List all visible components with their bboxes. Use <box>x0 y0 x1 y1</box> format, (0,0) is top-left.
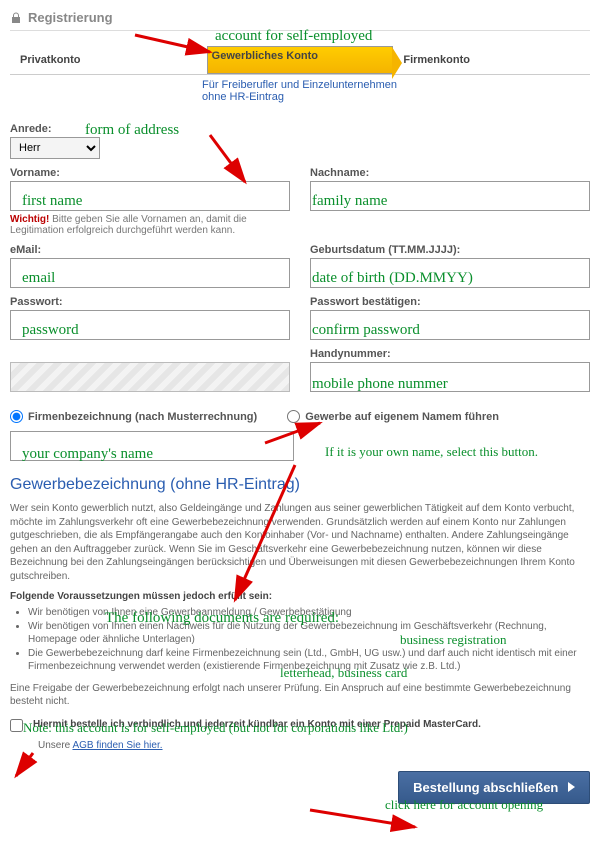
requirement-2: Wir benötigen von Ihnen einen Nachweis f… <box>28 620 590 647</box>
tab-subtitle: Für Freiberufler und Einzelunternehmen o… <box>10 75 400 113</box>
nachname-label: Nachname: <box>310 167 590 179</box>
email-input[interactable] <box>10 258 290 288</box>
agb-link[interactable]: AGB finden Sie hier. <box>72 740 162 751</box>
lock-icon <box>10 12 22 24</box>
requirements-list: Wir benötigen von Ihnen eine Gewerbeanme… <box>28 606 590 674</box>
radio-eigener-name[interactable] <box>287 410 300 423</box>
tab-firma-label: Firmenkonto <box>403 54 470 66</box>
page-title: Registrierung <box>10 5 590 31</box>
consent-row: Hiermit bestelle ich verbindlich und jed… <box>10 719 590 732</box>
handy-input[interactable] <box>310 362 590 392</box>
agb-line: Unsere AGB finden Sie hier. <box>38 740 590 751</box>
passwort2-input[interactable] <box>310 310 590 340</box>
striped-placeholder <box>10 362 290 392</box>
email-label: eMail: <box>10 244 290 256</box>
passwort2-label: Passwort bestätigen: <box>310 296 590 308</box>
vorname-hint: Wichtig! Bitte geben Sie alle Vornamen a… <box>10 214 290 236</box>
page-title-text: Registrierung <box>28 10 113 25</box>
passwort-label: Passwort: <box>10 296 290 308</box>
passwort-input[interactable] <box>10 310 290 340</box>
vorname-hint-prefix: Wichtig! <box>10 214 49 225</box>
anrede-label: Anrede: <box>10 123 590 135</box>
firmenname-input[interactable] <box>10 431 294 461</box>
geburtsdatum-input[interactable] <box>310 258 590 288</box>
consent-text: Hiermit bestelle ich verbindlich und jed… <box>33 719 481 730</box>
account-type-tabs: Privatkonto Gewerbliches Konto Firmenkon… <box>10 46 590 75</box>
nachname-input[interactable] <box>310 181 590 211</box>
radio-eigener-name-label: Gewerbe auf eigenem Namem führen <box>305 411 499 423</box>
section-heading: Gewerbebezeichnung (ohne HR-Eintrag) <box>10 476 590 494</box>
radio-firmenbezeichnung-label: Firmenbezeichnung (nach Musterrechnung) <box>28 411 257 423</box>
submit-button-label: Bestellung abschließen <box>413 780 558 795</box>
submit-button[interactable]: Bestellung abschließen <box>398 771 590 804</box>
radio-firmenbezeichnung[interactable] <box>10 410 23 423</box>
requirement-3: Die Gewerbebezeichnung darf keine Firmen… <box>28 647 590 674</box>
tab-privat[interactable]: Privatkonto <box>10 46 207 74</box>
tab-gewerblich-label: Gewerbliches Konto <box>212 50 318 62</box>
consent-checkbox[interactable] <box>10 719 23 732</box>
freigabe-note: Eine Freigabe der Gewerbebezeichnung erf… <box>10 682 590 709</box>
tab-gewerblich[interactable]: Gewerbliches Konto <box>207 46 394 74</box>
anrede-select[interactable]: Herr <box>10 137 100 159</box>
vorname-input[interactable] <box>10 181 290 211</box>
requirements-heading: Folgende Voraussetzungen müssen jedoch e… <box>10 591 590 602</box>
handy-label: Handynummer: <box>310 348 590 360</box>
vorname-label: Vorname: <box>10 167 290 179</box>
tab-firma[interactable]: Firmenkonto <box>393 46 590 74</box>
geburtsdatum-label: Geburtsdatum (TT.MM.JJJJ): <box>310 244 590 256</box>
chevron-right-icon <box>568 782 575 792</box>
section-paragraph: Wer sein Konto gewerblich nutzt, also Ge… <box>10 502 590 583</box>
agb-prefix: Unsere <box>38 740 72 751</box>
tab-privat-label: Privatkonto <box>20 54 81 66</box>
requirement-1: Wir benötigen von Ihnen eine Gewerbeanme… <box>28 606 590 620</box>
